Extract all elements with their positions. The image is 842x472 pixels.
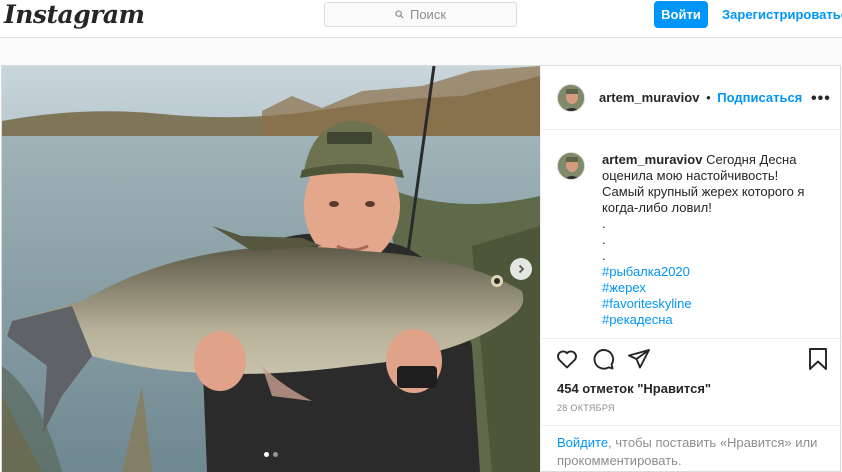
author-username[interactable]: artem_muraviov (599, 90, 699, 105)
top-navigation-bar: Instagram Поиск Войти Зарегистрироваться (0, 0, 842, 38)
caption-author-avatar[interactable] (557, 152, 585, 180)
signup-link[interactable]: Зарегистрироваться (722, 7, 842, 22)
separator-dot: • (706, 90, 711, 105)
share-icon[interactable] (627, 347, 651, 371)
caption-line: artem_muraviov Сегодня Десна (602, 152, 796, 167)
instagram-logo[interactable]: Instagram (4, 0, 145, 29)
hashtag-link[interactable]: #рекадесна (602, 312, 822, 328)
search-icon (395, 10, 404, 19)
caption-line-2: оценила мою настойчивость! (602, 168, 779, 183)
post-sidebar: artem_muraviov • Подписаться ••• artem_m… (540, 66, 842, 472)
caption-line-3: Самый крупный жерех которого я (602, 184, 805, 199)
post-card: artem_muraviov • Подписаться ••• artem_m… (1, 65, 842, 472)
caption-dot-2: . (602, 232, 606, 247)
carousel-next-button[interactable] (510, 258, 532, 280)
carousel-dot (273, 452, 278, 457)
follow-button[interactable]: Подписаться (717, 90, 802, 105)
login-prompt: Войдите, чтобы поставить «Нравится» или … (541, 425, 842, 472)
hashtag-link[interactable]: #рыбалка2020 (602, 264, 822, 280)
post-caption: artem_muraviov Сегодня Десна оценила мою… (541, 130, 842, 338)
bookmark-icon[interactable] (807, 347, 829, 371)
caption-line-1: Сегодня Десна (706, 152, 797, 167)
caption-dot-1: . (602, 216, 606, 231)
login-link[interactable]: Войдите (557, 435, 608, 450)
chevron-right-icon (518, 264, 525, 274)
caption-text: artem_muraviov Сегодня Десна оценила мою… (602, 152, 822, 328)
comment-icon[interactable] (591, 347, 615, 371)
login-button[interactable]: Войти (654, 1, 708, 28)
author-avatar[interactable] (557, 84, 585, 112)
search-input[interactable]: Поиск (324, 2, 517, 27)
fishing-photo (2, 66, 540, 472)
post-actions: 454 отметок "Нравится" 28 ОКТЯБРЯ Войдит… (541, 338, 842, 472)
caption-line-4: когда-либо ловил! (602, 200, 712, 215)
carousel-dots (264, 452, 278, 457)
likes-count[interactable]: 454 отметок "Нравится" (557, 381, 711, 396)
heart-icon[interactable] (555, 347, 579, 371)
more-icon[interactable]: ••• (811, 90, 831, 108)
caption-dot-3: . (602, 248, 606, 263)
hashtag-link[interactable]: #жерех (602, 280, 822, 296)
search-placeholder: Поиск (409, 7, 447, 22)
action-icons (555, 347, 651, 371)
post-date[interactable]: 28 ОКТЯБРЯ (557, 403, 615, 413)
post-header: artem_muraviov • Подписаться ••• (541, 66, 842, 130)
post-photo[interactable] (2, 66, 540, 472)
post-header-user: artem_muraviov • Подписаться (599, 90, 802, 105)
hashtag-link[interactable]: #favoriteskyline (602, 296, 822, 312)
carousel-dot-active (264, 452, 269, 457)
caption-author-username[interactable]: artem_muraviov (602, 152, 702, 167)
